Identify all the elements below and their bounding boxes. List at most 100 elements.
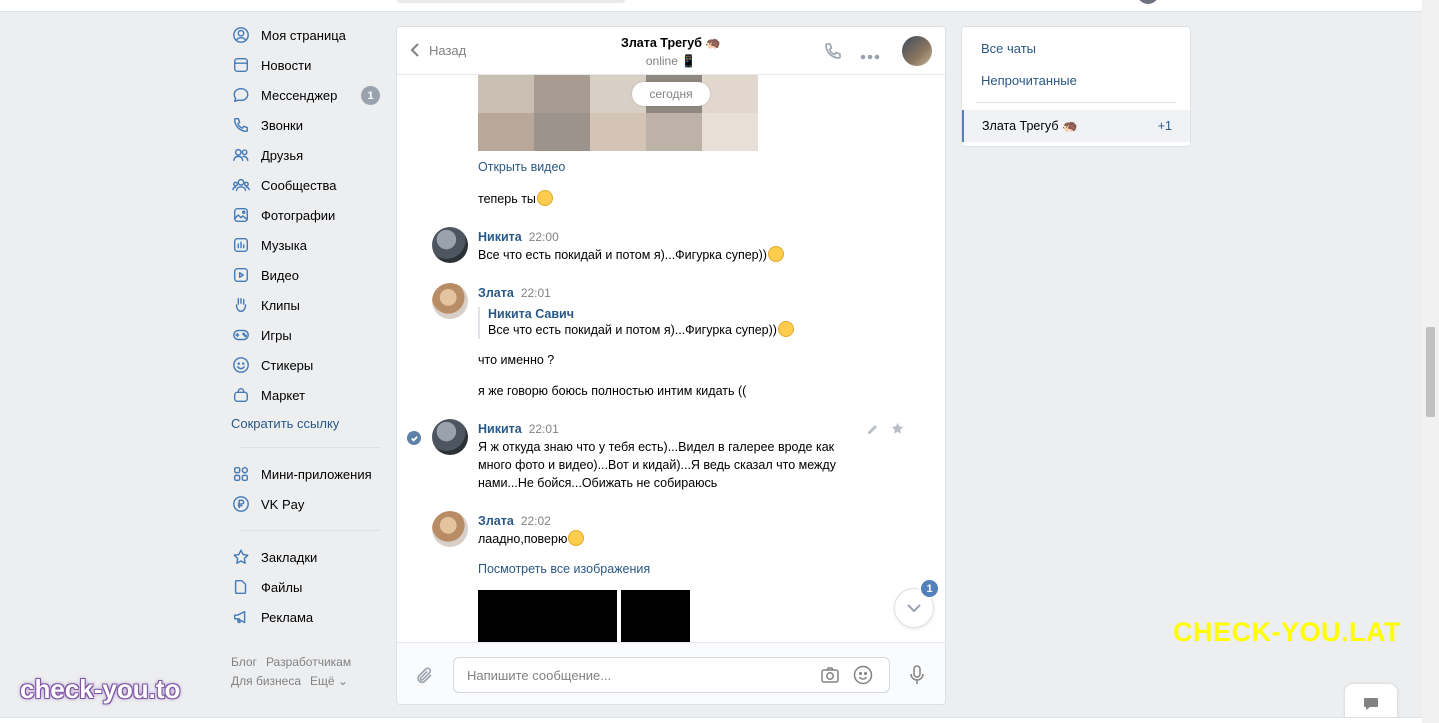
star-icon[interactable] [890,421,905,439]
camera-icon[interactable] [820,666,840,687]
paperclip-icon[interactable] [415,665,435,690]
vkpay-icon [231,494,251,514]
nav-item-friends[interactable]: Друзья [226,140,386,170]
scroll-down-button[interactable]: 1 [894,578,940,628]
peer-avatar[interactable] [902,36,932,66]
communities-icon [231,175,251,195]
nav-item-games[interactable]: Игры [226,320,386,350]
message-author[interactable]: Злата 22:01 [478,286,551,300]
nav-item-calls[interactable]: Звонки [226,110,386,140]
nav-item-mini-apps[interactable]: Мини-приложения [226,459,386,489]
music-icon [231,235,251,255]
nav-item-communities[interactable]: Сообщества [226,170,386,200]
active-chat-item[interactable]: Злата Трегуб 🦔 +1 [962,110,1190,142]
top-bar [0,0,1422,12]
nav-label: Сообщества [261,177,337,193]
kiss-emoji-icon [777,321,794,337]
nav-label: VK Pay [261,496,305,512]
wink-emoji-icon [568,530,585,546]
message-author[interactable]: Никита 22:00 [478,230,559,244]
message-author[interactable]: Никита 22:01 [478,422,559,436]
image-attachment[interactable] [478,590,617,642]
message-time: 22:01 [528,422,559,436]
nav-item-news[interactable]: Новости [226,50,386,80]
image-attachment[interactable] [621,590,690,642]
avatar[interactable] [432,419,468,455]
nav-label: Маркет [261,387,306,403]
nav-item-files[interactable]: Файлы [226,572,386,602]
chat-header: Назад Злата Трегуб 🦔 online 📱 [397,27,945,75]
nav-item-video[interactable]: Видео [226,260,386,290]
search-bar-stub[interactable] [397,0,625,3]
message-time: 22:02 [520,514,551,528]
avatar[interactable] [432,283,468,319]
bag-icon [231,385,251,405]
avatar[interactable] [432,511,468,547]
footer-link-dev[interactable]: Разработчикам [266,655,351,669]
panel-divider [976,102,1176,103]
nav-item-photos[interactable]: Фотографии [226,200,386,230]
forwarded-author: Никита Савич [488,307,574,321]
open-video-link[interactable]: Открыть видео [478,160,565,174]
nav-label: Фотографии [261,207,336,223]
nav-item-bookmarks[interactable]: Закладки [226,542,386,572]
nav-item-messenger[interactable]: Мессенджер 1 [226,80,386,110]
page-scrollbar-thumb[interactable] [1426,327,1435,417]
nav-label: Клипы [261,297,300,313]
message-text-content: теперь ты [478,192,536,206]
message-icon [231,85,251,105]
nav-label: Видео [261,267,299,283]
megaphone-icon [231,607,251,627]
nav-label: Звонки [261,117,303,133]
unread-badge: 1 [361,86,380,105]
nav-label: Игры [261,327,292,343]
call-icon[interactable] [823,41,843,64]
message-author[interactable]: Злата 22:02 [478,514,551,528]
smile-icon[interactable] [853,665,873,688]
nav-item-my-page[interactable]: Моя страница [226,20,386,50]
message-history[interactable]: сегодня Открыть видео теперь ты Никита 22… [397,75,945,642]
unread-link[interactable]: Непрочитанные [981,73,1077,88]
nav-divider [240,447,380,448]
footer-link-blog[interactable]: Блог [231,655,257,669]
shorten-link[interactable]: Сократить ссылку [226,410,386,436]
avatar[interactable] [432,227,468,263]
nav-label: Файлы [261,579,303,595]
nav-item-music[interactable]: Музыка [226,230,386,260]
apps-icon [231,464,251,484]
nav-item-vk-pay[interactable]: VK Pay [226,489,386,519]
footer-link-more[interactable]: Ещё ⌄ [310,674,348,688]
all-chats-link[interactable]: Все чаты [981,41,1036,56]
chevron-down-icon [907,604,921,612]
forwarded-message[interactable]: Никита Савич Все что есть покидай и пото… [478,307,794,339]
nav-item-clips[interactable]: Клипы [226,290,386,320]
watermark-purple: check-you.to [20,674,181,704]
video-thumbnail[interactable] [478,75,758,151]
clips-icon [231,295,251,315]
active-chat-name: Злата Трегуб 🦔 [982,119,1078,133]
message-time: 22:01 [520,286,551,300]
more-icon[interactable] [860,48,880,63]
flushed-emoji-icon [536,190,553,206]
message-text: что именно ? [478,353,555,367]
nav-label: Моя страница [261,27,346,43]
news-icon [231,55,251,75]
see-all-images-link[interactable]: Посмотреть все изображения [478,562,650,576]
left-nav: Моя страница Новости Мессенджер 1 Звонки… [226,20,386,632]
nav-item-ads[interactable]: Реклама [226,602,386,632]
nav-label: Новости [261,57,312,73]
phone-icon [231,115,251,135]
chat-window: Назад Злата Трегуб 🦔 online 📱 сегодня От… [396,26,946,705]
top-avatar[interactable] [1137,0,1159,4]
nav-item-stickers[interactable]: Стикеры [226,350,386,380]
chat-filter-panel: Все чаты Непрочитанные Злата Трегуб 🦔 +1 [961,26,1191,147]
message-text: лаадно,поверю [478,530,585,548]
message-text: я же говорю боюсь полностью интим кидать… [478,384,747,398]
edit-icon[interactable] [866,422,880,439]
microphone-icon[interactable] [909,664,925,689]
nav-item-market[interactable]: Маркет [226,380,386,410]
selected-check-icon[interactable] [407,431,421,445]
footer-link-business[interactable]: Для бизнеса [231,674,301,688]
nav-divider [240,530,380,531]
message-text: Я ж откуда знаю что у тебя есть)...Видел… [478,440,836,490]
